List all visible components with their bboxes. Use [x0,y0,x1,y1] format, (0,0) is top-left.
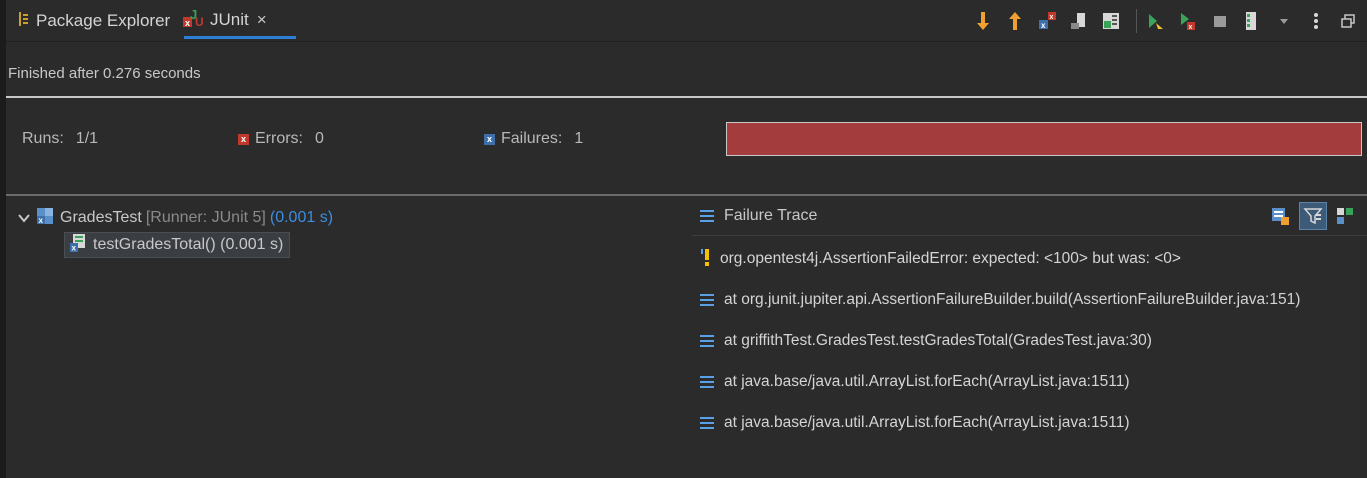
runs-label: Runs: [22,130,64,147]
trace-line-text: at java.base/java.util.ArrayList.forEach… [724,414,1130,431]
tab-package-explorer[interactable]: Package Explorer [18,0,170,42]
errors-counter: x Errors: 0 [238,130,324,148]
failures-label: Failures: [501,130,563,147]
runs-value: 1/1 [75,130,99,147]
assertion-failed-icon [700,247,714,272]
error-icon: x [238,133,249,145]
svg-text:x: x [1041,21,1046,30]
show-failures-only-icon[interactable]: xx [1034,8,1060,34]
view-toolbar: xx x [970,0,1367,42]
svg-text:x: x [72,243,77,252]
junit-icon: xJU [182,7,204,34]
package-explorer-icon [18,11,30,32]
stack-trace-icon [700,209,714,222]
toolbar-separator [1136,9,1137,33]
previous-failure-icon[interactable] [1002,8,1028,34]
suite-name: GradesTest [60,209,142,226]
show-skipped-icon[interactable] [1098,8,1124,34]
stop-icon[interactable] [1207,8,1233,34]
svg-text:x: x [1050,14,1054,21]
scroll-lock-icon[interactable] [1066,8,1092,34]
trace-line[interactable]: at java.base/java.util.ArrayList.forEach… [700,408,1129,438]
trace-line-text: at java.base/java.util.ArrayList.forEach… [724,373,1130,390]
errors-value: 0 [315,130,324,147]
svg-text:U: U [195,15,204,29]
filter-stack-trace-icon[interactable] [1299,202,1327,230]
trace-line-exception[interactable]: org.opentest4j.AssertionFailedError: exp… [700,244,1181,274]
svg-text:x: x [1189,24,1193,31]
failure-icon: x [484,133,495,145]
runs-counter: Runs: 1/1 [22,130,98,148]
failure-trace-header: Failure Trace [692,196,1367,236]
test-suite-icon: x [36,206,54,231]
next-failure-icon[interactable] [970,8,996,34]
svg-text:x: x [39,216,44,225]
stack-frame-icon [700,376,714,388]
active-tab-indicator [184,36,296,39]
suite-runner: [Runner: JUnit 5] [145,209,266,226]
failures-value: 1 [574,130,584,147]
status-divider [6,96,1367,98]
chevron-down-icon[interactable] [18,210,30,226]
junit-view: Package Explorer xJU JUnit × xx x Finish… [0,0,1367,478]
view-tab-bar: Package Explorer xJU JUnit × xx x [6,0,1367,42]
dropdown-icon[interactable] [1271,8,1297,34]
run-status-message: Finished after 0.276 seconds [8,65,201,82]
suite-time: (0.001 s) [269,209,334,226]
trace-line[interactable]: at griffithTest.GradesTest.testGradesTot… [700,326,1152,356]
close-icon[interactable]: × [257,10,267,30]
tab-label: JUnit [210,10,249,29]
failure-trace-title: Failure Trace [724,206,818,224]
tree-row-test[interactable]: x testGradesTotal() (0.001 s) [64,232,291,258]
tab-label: Package Explorer [36,11,171,30]
stack-frame-icon [700,294,714,306]
test-tree: x GradesTest [Runner: JUnit 5] (0.001 s)… [6,194,692,478]
test-name: testGradesTotal() (0.001 s) [93,236,284,253]
errors-label: Errors: [255,130,303,147]
minimize-icon[interactable] [1335,8,1361,34]
rerun-icon[interactable] [1143,8,1169,34]
failures-counter: x Failures: 1 [484,130,583,148]
trace-line[interactable]: at java.base/java.util.ArrayList.forEach… [700,367,1129,397]
test-failed-icon: x [69,233,87,258]
copy-trace-icon[interactable] [1331,202,1359,230]
test-counters: Runs: 1/1 x Errors: 0 x Failures: 1 [6,118,696,158]
tab-junit[interactable]: xJU JUnit × [182,0,275,40]
compare-result-icon[interactable] [1267,202,1295,230]
trace-line-text: at org.junit.jupiter.api.AssertionFailur… [724,291,1301,308]
stack-frame-icon [700,417,714,429]
stack-frame-icon [700,335,714,347]
progress-bar [726,122,1362,156]
view-menu-icon[interactable] [1303,8,1329,34]
trace-line[interactable]: at org.junit.jupiter.api.AssertionFailur… [700,285,1300,315]
failure-trace-pane: Failure Trace org.opentest4j.AssertionFa… [692,194,1367,478]
trace-line-text: at griffithTest.GradesTest.testGradesTot… [724,332,1152,349]
rerun-failed-first-icon[interactable]: x [1175,8,1201,34]
tree-row-suite[interactable]: x GradesTest [Runner: JUnit 5] (0.001 s) [18,204,333,232]
history-icon[interactable] [1239,8,1265,34]
trace-line-text: org.opentest4j.AssertionFailedError: exp… [720,250,1181,267]
trace-toolbar [1263,202,1359,230]
